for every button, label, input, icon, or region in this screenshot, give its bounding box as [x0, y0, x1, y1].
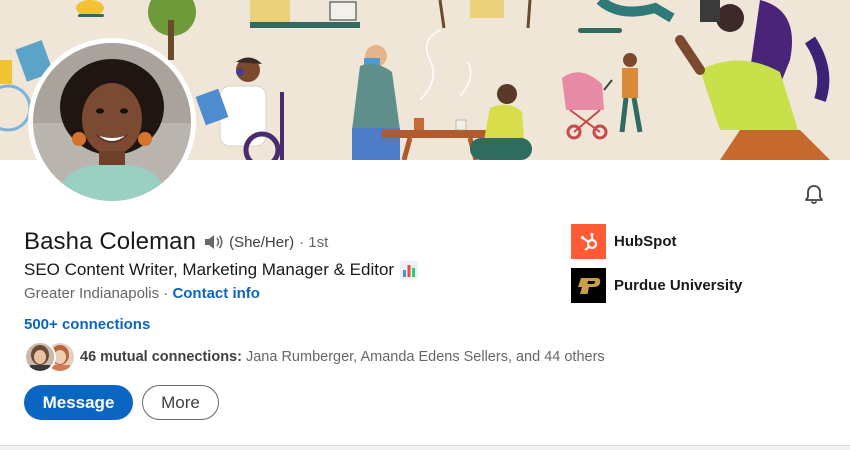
org-name: Purdue University [614, 277, 743, 294]
name-row: Basha Coleman (She/Her) · 1st [24, 228, 328, 256]
mutual-avatar [24, 341, 56, 373]
profile-card: Basha Coleman (She/Her) · 1st SEO Conten… [0, 0, 850, 446]
notification-bell-button[interactable] [802, 183, 826, 207]
purdue-logo-icon [571, 268, 606, 303]
speaker-icon[interactable] [203, 232, 225, 252]
mutual-names: Jana Rumberger, Amanda Edens Sellers, an… [241, 349, 605, 365]
mutual-avatars [24, 341, 76, 373]
org-hubspot[interactable]: HubSpot [571, 224, 676, 259]
location-row: Greater Indianapolis · Contact info [24, 285, 260, 302]
profile-location: Greater Indianapolis [24, 285, 160, 302]
avatar-portrait [33, 43, 191, 201]
profile-name: Basha Coleman [24, 228, 197, 255]
bar-chart-emoji [400, 261, 419, 279]
mutual-count: 46 mutual connections: [80, 349, 242, 365]
profile-pronouns: (She/Her) [229, 233, 295, 251]
mutual-connections-text: 46 mutual connections: Jana Rumberger, A… [80, 349, 605, 365]
bell-icon [805, 185, 823, 205]
profile-headline: SEO Content Writer, Marketing Manager & … [24, 260, 395, 279]
org-purdue[interactable]: Purdue University [571, 268, 742, 303]
more-button[interactable]: More [142, 385, 219, 420]
connection-degree: · 1st [299, 233, 329, 251]
contact-info-link[interactable]: Contact info [172, 285, 260, 302]
hubspot-logo-icon [571, 224, 606, 259]
location-separator: · [159, 285, 173, 302]
profile-photo[interactable] [28, 38, 196, 206]
org-name: HubSpot [614, 233, 677, 250]
profile-headline-row: SEO Content Writer, Marketing Manager & … [24, 260, 419, 280]
message-button[interactable]: Message [24, 385, 133, 420]
connections-link[interactable]: 500+ connections [24, 316, 150, 333]
mutual-connections[interactable]: 46 mutual connections: Jana Rumberger, A… [24, 341, 605, 373]
